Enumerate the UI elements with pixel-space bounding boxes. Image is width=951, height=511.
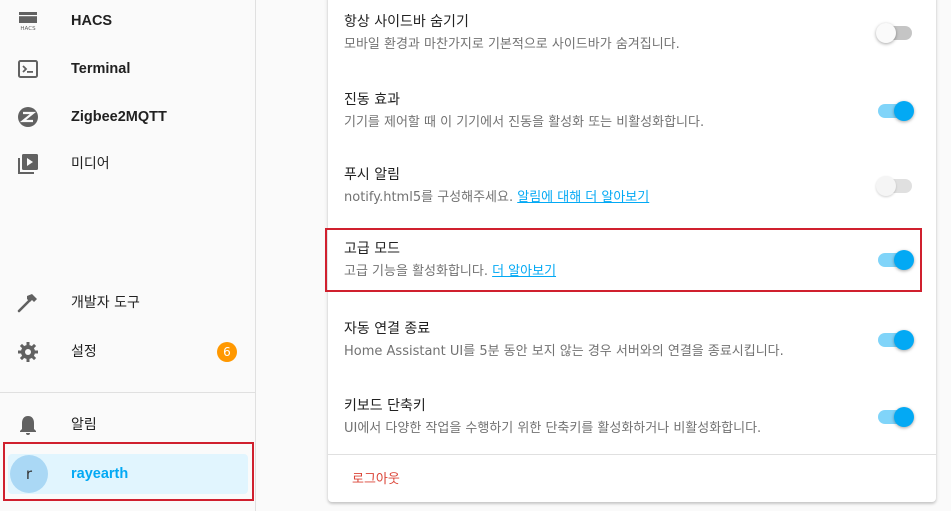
setting-title: 푸시 알림 (344, 167, 400, 183)
setting-row-auto-disconnect: 자동 연결 종료 Home Assistant UI를 5분 동안 보지 않는 … (344, 318, 924, 374)
svg-text:HACS: HACS (20, 26, 36, 32)
sidebar-item-label: 개발자 도구 (71, 295, 140, 311)
toggle-knob (894, 101, 914, 121)
sidebar: HACS HACS Terminal Zigbee2MQTT 미디어 개발자 도… (0, 0, 256, 511)
notification-badge: 6 (217, 342, 237, 362)
sidebar-item-label: Zigbee2MQTT (71, 109, 167, 125)
vibration-toggle[interactable] (878, 100, 914, 122)
sidebar-item-terminal[interactable]: Terminal (0, 49, 256, 89)
gear-icon (16, 340, 40, 364)
hacs-icon: HACS (16, 9, 40, 33)
auto-disconnect-toggle[interactable] (878, 329, 914, 351)
setting-description: notify.html5를 구성해주세요. 알림에 대해 더 알아보기 (344, 190, 650, 205)
sidebar-item-label: 설정 (71, 344, 97, 360)
card-divider (328, 454, 936, 455)
sidebar-item-label: 알림 (71, 417, 97, 433)
sidebar-item-media[interactable]: 미디어 (0, 144, 256, 184)
logout-button[interactable]: 로그아웃 (352, 468, 400, 487)
sidebar-item-zigbee2mqtt[interactable]: Zigbee2MQTT (0, 97, 256, 137)
setting-description: 기기를 제어할 때 이 기기에서 진동을 활성화 또는 비활성화합니다. (344, 115, 705, 130)
hammer-icon (16, 291, 40, 315)
sidebar-item-label: Terminal (71, 61, 131, 77)
setting-description: 모바일 환경과 마찬가지로 기본적으로 사이드바가 숨겨집니다. (344, 37, 680, 52)
sidebar-item-developer-tools[interactable]: 개발자 도구 (0, 283, 256, 323)
media-icon (16, 152, 40, 176)
setting-title: 진동 효과 (344, 92, 400, 108)
toggle-knob (876, 23, 896, 43)
setting-description: Home Assistant UI를 5분 동안 보지 않는 경우 서버와의 연… (344, 344, 784, 359)
bell-icon (16, 413, 40, 437)
toggle-knob (894, 407, 914, 427)
toggle-knob (876, 176, 896, 196)
learn-notifications-link[interactable]: 알림에 대해 더 알아보기 (517, 190, 649, 205)
keyboard-shortcuts-toggle[interactable] (878, 406, 914, 428)
setting-title: 자동 연결 종료 (344, 321, 431, 337)
setting-row-push-notifications: 푸시 알림 notify.html5를 구성해주세요. 알림에 대해 더 알아보… (344, 164, 924, 220)
push-notifications-toggle[interactable] (876, 175, 914, 197)
sidebar-item-settings[interactable]: 설정 6 (0, 332, 256, 372)
zigbee-icon (16, 105, 40, 129)
setting-title: 키보드 단축키 (344, 398, 426, 414)
sidebar-item-hacs[interactable]: HACS HACS (0, 1, 256, 41)
setting-description: UI에서 다양한 작업을 수행하기 위한 단축키를 활성화하거나 비활성화합니다… (344, 421, 762, 436)
highlight-box-advanced-mode (325, 228, 922, 292)
setting-row-hide-sidebar: 항상 사이드바 숨기기 모바일 환경과 마찬가지로 기본적으로 사이드바가 숨겨… (344, 11, 924, 67)
sidebar-item-label: HACS (71, 13, 113, 29)
sidebar-item-label: 미디어 (71, 156, 110, 172)
setting-row-vibration: 진동 효과 기기를 제어할 때 이 기기에서 진동을 활성화 또는 비활성화합니… (344, 89, 924, 145)
terminal-icon (16, 57, 40, 81)
sidebar-divider (0, 392, 256, 393)
toggle-knob (894, 330, 914, 350)
setting-title: 항상 사이드바 숨기기 (344, 14, 469, 30)
hide-sidebar-toggle[interactable] (876, 22, 914, 44)
setting-row-keyboard-shortcuts: 키보드 단축키 UI에서 다양한 작업을 수행하기 위한 단축키를 활성화하거나… (344, 395, 924, 451)
highlight-box-user (3, 442, 254, 501)
sidebar-item-notifications[interactable]: 알림 (0, 405, 256, 445)
